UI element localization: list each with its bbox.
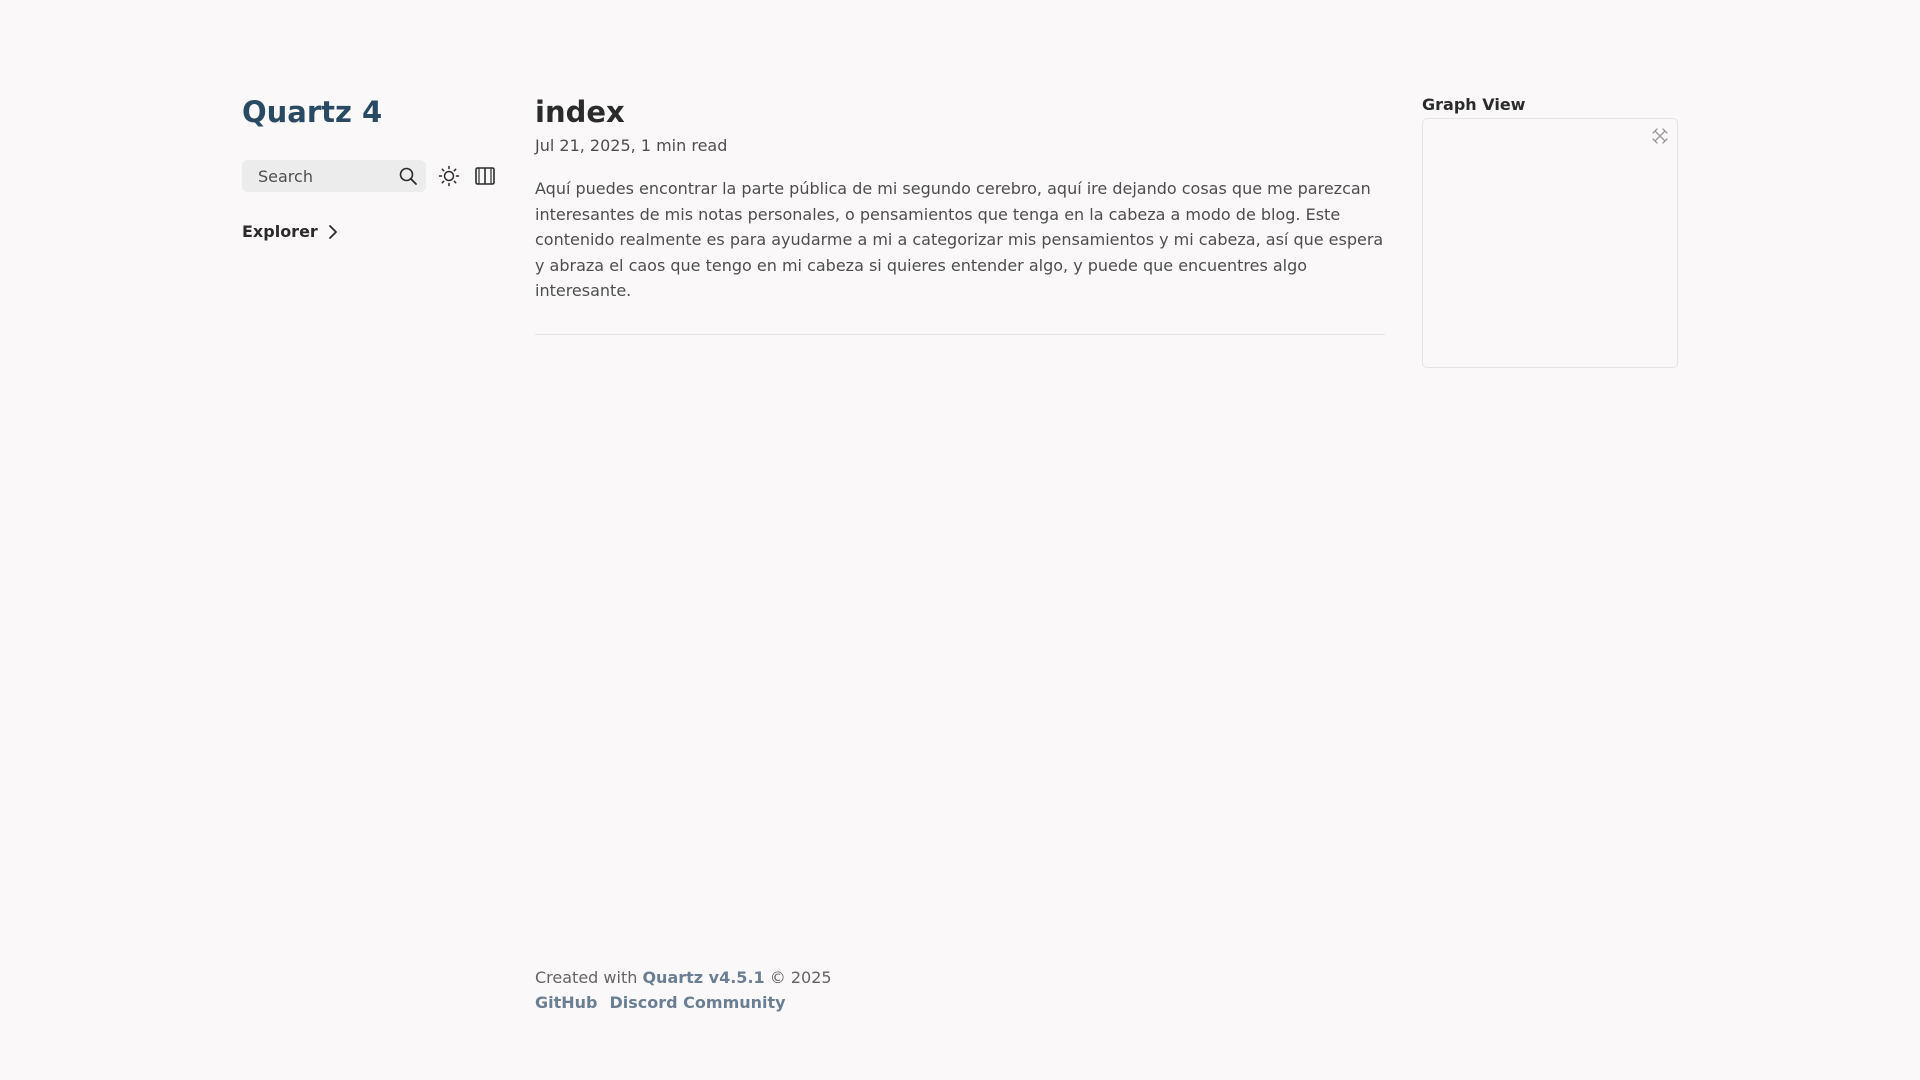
site-title[interactable]: Quartz 4 <box>242 90 382 134</box>
read-time: 1 min read <box>640 136 728 155</box>
footer-created-prefix: Created with <box>535 968 638 987</box>
github-link[interactable]: GitHub <box>535 993 598 1012</box>
search-placeholder: Search <box>258 166 313 186</box>
article-body: Aquí puedes encontrar la parte pública d… <box>535 179 1384 301</box>
footer-copyright: © 2025 <box>769 968 832 987</box>
search-icon <box>399 167 417 185</box>
explorer-toggle[interactable]: Explorer <box>242 222 512 241</box>
explorer-label: Explorer <box>242 222 318 241</box>
chevron-right-icon <box>328 224 337 239</box>
quartz-link[interactable]: Quartz v4.5.1 <box>642 968 764 987</box>
footer-credit: Created with Quartz v4.5.1 © 2025 <box>535 965 832 990</box>
main-content: index Jul 21, 2025, 1 min read Aquí pued… <box>535 90 1385 335</box>
graph-view-canvas[interactable] <box>1422 118 1678 368</box>
discord-link[interactable]: Discord Community <box>610 993 786 1012</box>
footer-links: GitHub Discord Community <box>535 990 832 1015</box>
sidebar-tools: Search <box>242 160 512 192</box>
book-icon <box>475 167 495 185</box>
reader-mode-toggle[interactable] <box>472 163 498 189</box>
publish-date: Jul 21, 2025 <box>535 136 631 155</box>
sun-icon <box>438 165 460 187</box>
right-sidebar: Graph View <box>1422 94 1678 368</box>
footer: Created with Quartz v4.5.1 © 2025 GitHub… <box>535 965 832 1015</box>
page-title: index <box>535 95 625 129</box>
content-divider <box>535 333 1385 335</box>
left-sidebar: Quartz 4 Search Explorer <box>242 90 512 241</box>
graph-view-title: Graph View <box>1422 95 1526 114</box>
search-button[interactable]: Search <box>242 160 426 192</box>
content-meta: Jul 21, 2025, 1 min read <box>535 134 1385 158</box>
page: Quartz 4 Search Explorer index Jul 21, 2… <box>0 0 1920 1080</box>
meta-separator: , <box>630 136 641 155</box>
expand-icon[interactable] <box>1651 127 1669 145</box>
darkmode-toggle[interactable] <box>436 163 462 189</box>
